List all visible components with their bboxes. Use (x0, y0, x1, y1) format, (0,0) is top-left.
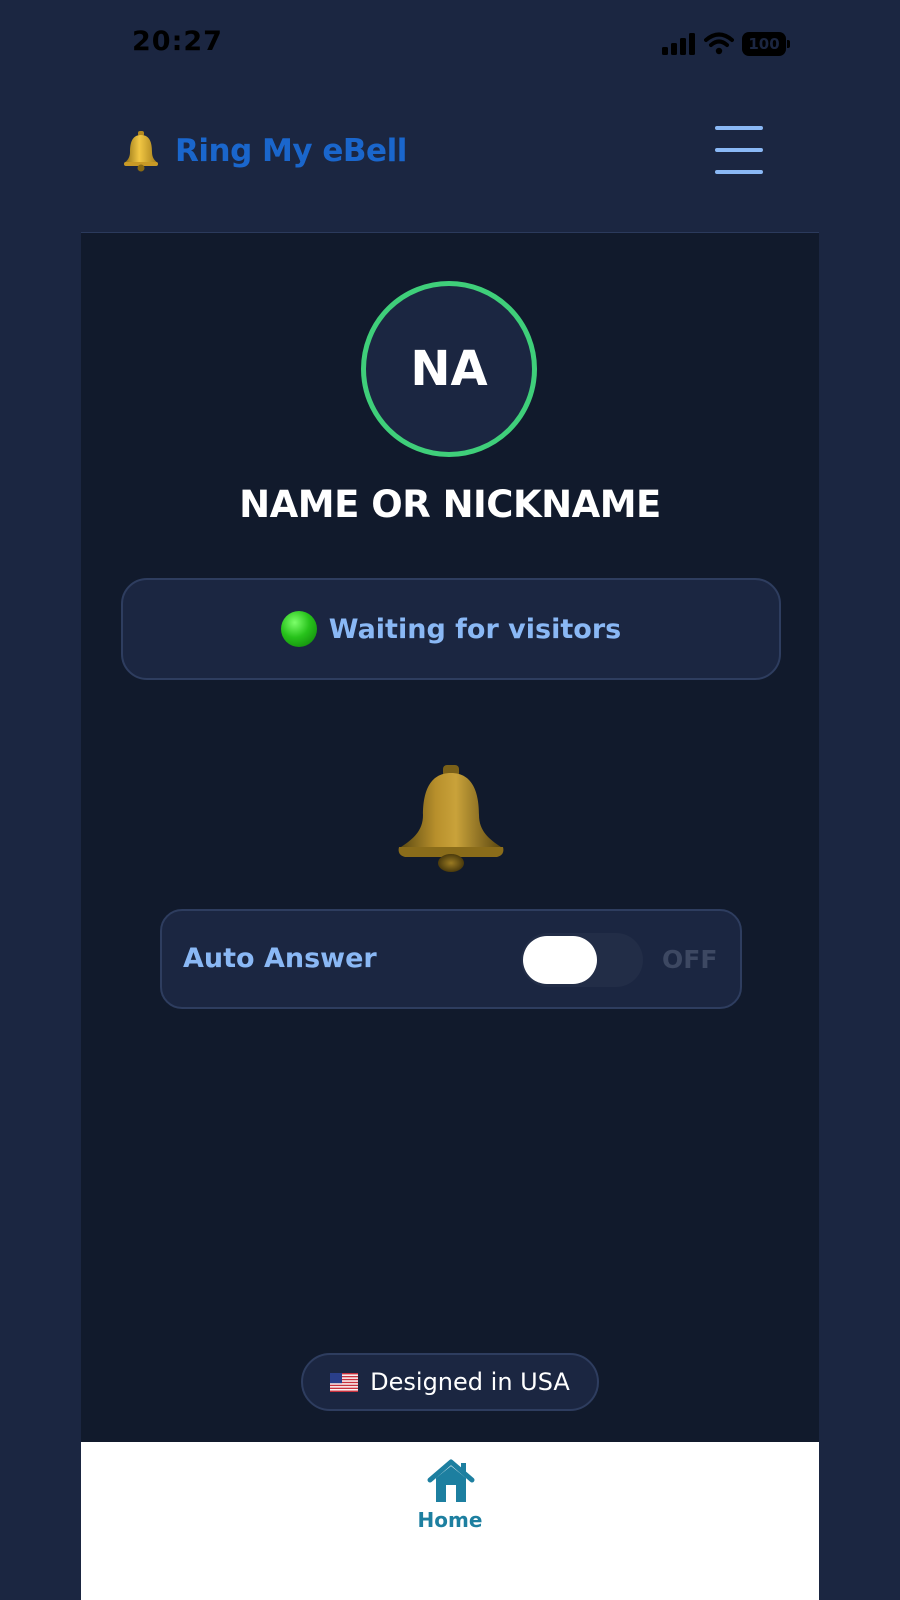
bell-icon (124, 131, 158, 172)
avatar: NA (361, 281, 537, 457)
wifi-icon (704, 32, 734, 55)
visitor-status-text: Waiting for visitors (328, 613, 622, 645)
nav-item-home-label: Home (417, 1508, 483, 1532)
auto-answer-state: OFF (662, 945, 718, 974)
cellular-signal-icon (662, 33, 695, 55)
bell-icon[interactable] (393, 763, 509, 875)
battery-indicator: 100 (742, 32, 790, 56)
brand-name: Ring My eBell (175, 133, 407, 169)
visitor-status-card: Waiting for visitors (121, 578, 781, 680)
auto-answer-label: Auto Answer (183, 943, 377, 974)
home-icon (427, 1459, 475, 1502)
main-content: NA NAME OR NICKNAME Waiting for visitors (81, 232, 819, 1442)
auto-answer-card: Auto Answer OFF (160, 909, 742, 1009)
green-circle-icon (280, 611, 317, 647)
hamburger-menu-icon[interactable] (715, 124, 765, 176)
auto-answer-toggle[interactable] (521, 933, 643, 987)
designed-in-text: Designed in USA (370, 1368, 570, 1396)
app-screen: 20:27 100 Ring My eBell NA NAME OR NICKN… (0, 0, 900, 1600)
us-flag-icon (330, 1372, 359, 1392)
toggle-knob (523, 936, 597, 984)
brand[interactable]: Ring My eBell (121, 130, 407, 172)
bottom-nav: Home (81, 1442, 819, 1600)
avatar-initials: NA (410, 341, 488, 397)
status-bar: 20:27 100 (0, 0, 900, 90)
designed-in-badge: Designed in USA (301, 1353, 599, 1411)
status-time: 20:27 (132, 26, 223, 57)
nav-item-home[interactable]: Home (391, 1458, 509, 1538)
user-name: NAME OR NICKNAME (239, 483, 661, 526)
app-header: Ring My eBell (81, 100, 819, 232)
